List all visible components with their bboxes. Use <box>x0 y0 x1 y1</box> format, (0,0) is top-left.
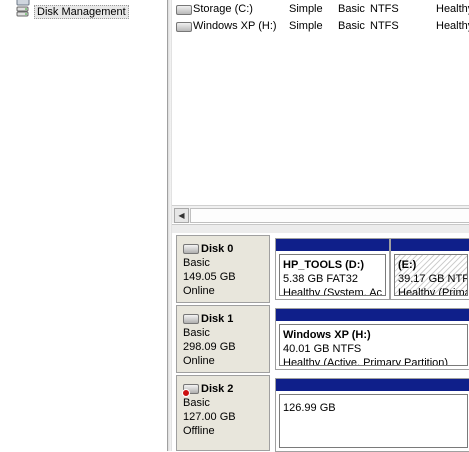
partition-title: (E:) <box>398 259 417 271</box>
console-tree: Disk Management <box>0 0 167 451</box>
disk-type: Basic <box>183 397 210 409</box>
disk-type: Basic <box>183 257 210 269</box>
partition-title: HP_TOOLS (D:) <box>283 259 365 271</box>
partition-bar <box>391 239 469 251</box>
partition-bar <box>276 239 389 251</box>
disk-type: Basic <box>183 327 210 339</box>
partition[interactable]: 126.99 GB <box>275 378 469 452</box>
volume-filesystem: NTFS <box>370 20 399 32</box>
partition-bar <box>276 309 469 321</box>
partition-title: Windows XP (H:) <box>283 329 371 341</box>
disk-graphical-view: Disk 0 Basic 149.05 GB Online HP_TOOLS (… <box>172 233 469 452</box>
partition-state: Healthy (Active, Primary Partition) <box>283 357 449 366</box>
disk-size: 298.09 GB <box>183 341 236 353</box>
partition[interactable]: Windows XP (H:) 40.01 GB NTFS Healthy (A… <box>275 308 469 370</box>
disk-offline-icon <box>182 384 199 397</box>
partition-bar <box>276 379 469 391</box>
disk-status: Offline <box>183 425 215 437</box>
disk-name: Disk 2 <box>201 383 234 395</box>
volume-status: Healthy <box>436 3 469 15</box>
tree-item-label: Disk Management <box>34 5 129 19</box>
partition[interactable]: (E:) 39.17 GB NTFS Healthy (Prima <box>390 238 469 300</box>
volume-layout: Simple <box>289 20 323 32</box>
disk-name: Disk 0 <box>201 243 234 255</box>
horizontal-scrollbar[interactable]: ◀ <box>172 205 469 223</box>
volume-name: Windows XP (H:) <box>193 20 277 32</box>
partition-detail: 39.17 GB NTFS <box>398 273 467 285</box>
disk-icon <box>183 244 199 254</box>
table-row[interactable]: Windows XP (H:) Simple Basic NTFS Health… <box>172 18 469 35</box>
volume-type: Basic <box>338 20 365 32</box>
tree-item-disk-management[interactable]: Disk Management <box>16 4 129 20</box>
partition-detail: 40.01 GB NTFS <box>283 343 362 355</box>
partition-detail: 5.38 GB FAT32 <box>283 273 359 285</box>
partition[interactable]: HP_TOOLS (D:) 5.38 GB FAT32 Healthy (Sys… <box>275 238 390 300</box>
volume-filesystem: NTFS <box>370 3 399 15</box>
disk-label[interactable]: Disk 1 Basic 298.09 GB Online <box>176 305 270 373</box>
disk-size: 149.05 GB <box>183 271 236 283</box>
volume-type: Basic <box>338 3 365 15</box>
volume-icon <box>176 5 192 15</box>
partition-detail: 126.99 GB <box>283 402 336 414</box>
disk-label[interactable]: Disk 0 Basic 149.05 GB Online <box>176 235 270 303</box>
volume-list: Storage (C:) Simple Basic NTFS Healthy W… <box>172 0 469 224</box>
partition-state: Healthy (System, Ac <box>283 287 383 296</box>
disk-row: Disk 0 Basic 149.05 GB Online HP_TOOLS (… <box>172 235 469 303</box>
disk-name: Disk 1 <box>201 313 234 325</box>
disk-size: 127.00 GB <box>183 411 236 423</box>
scrollbar-thumb[interactable] <box>190 208 469 223</box>
disk-status: Online <box>183 285 215 297</box>
disk-management-icon <box>16 5 30 19</box>
volume-status: Healthy <box>436 20 469 32</box>
volume-icon <box>176 22 192 32</box>
disk-row: Disk 1 Basic 298.09 GB Online Windows XP… <box>172 305 469 373</box>
table-row[interactable]: Storage (C:) Simple Basic NTFS Healthy <box>172 1 469 18</box>
disk-label[interactable]: Disk 2 Basic 127.00 GB Offline <box>176 375 270 451</box>
scroll-left-icon[interactable]: ◀ <box>174 208 189 223</box>
disk-row: Disk 2 Basic 127.00 GB Offline 126.99 GB <box>172 375 469 452</box>
partition-state: Healthy (Prima <box>398 287 468 296</box>
disk-icon <box>183 314 199 324</box>
disk-status: Online <box>183 355 215 367</box>
volume-name: Storage (C:) <box>193 3 253 15</box>
volume-layout: Simple <box>289 3 323 15</box>
